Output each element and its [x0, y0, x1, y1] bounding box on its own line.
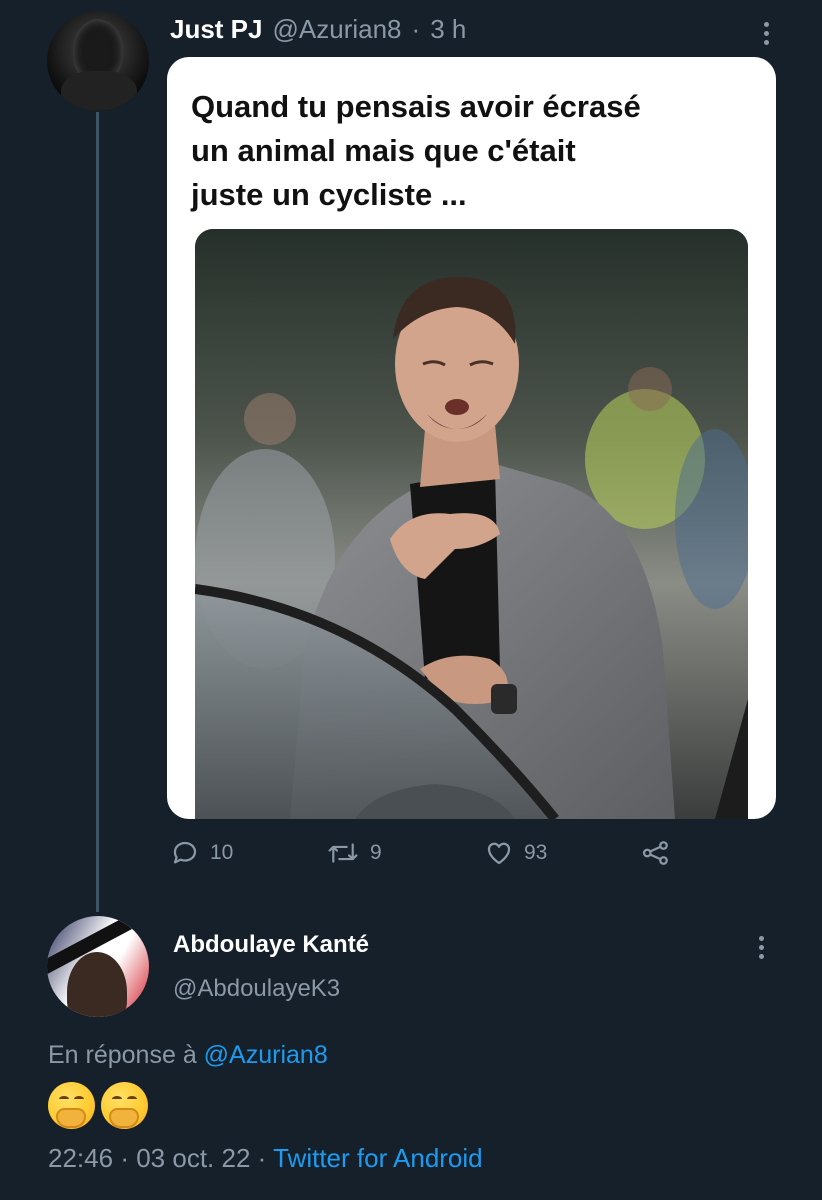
- like-count: 93: [524, 841, 548, 864]
- meme-caption: Quand tu pensais avoir écrasé un animal …: [191, 89, 641, 212]
- header-separator: ·: [411, 14, 421, 44]
- share-button[interactable]: [640, 838, 672, 868]
- like-icon: [487, 842, 511, 865]
- avatar-face: [67, 952, 127, 1017]
- emoji-hand-over-mouth-icon: [48, 1082, 95, 1129]
- reply-timestamp: 22:46: [48, 1143, 114, 1173]
- reply-author-name[interactable]: Abdoulaye Kanté: [173, 931, 369, 959]
- avatar-body-figure: [61, 71, 137, 111]
- reply-context: En réponse à @Azurian8: [48, 1041, 328, 1070]
- tweet-actions: 10 9 93: [170, 838, 710, 878]
- like-button[interactable]: 93: [484, 838, 547, 868]
- meme-photo-illustration: [195, 229, 748, 819]
- thread-connector-line: [96, 112, 99, 912]
- retweet-button[interactable]: 9: [326, 838, 382, 868]
- meta-separator: ·: [257, 1143, 267, 1173]
- retweet-icon: [328, 843, 358, 863]
- author-name[interactable]: Just PJ: [170, 14, 263, 45]
- author-handle[interactable]: @Azurian8: [273, 14, 402, 45]
- reply-source-link[interactable]: Twitter for Android: [273, 1143, 483, 1173]
- reply-button[interactable]: 10: [170, 838, 233, 868]
- emoji-hand-over-mouth-icon: [101, 1082, 148, 1129]
- author-avatar[interactable]: [47, 11, 149, 111]
- kebab-icon[interactable]: [757, 936, 765, 959]
- reply-icon: [173, 841, 197, 864]
- reply-content: [48, 1082, 148, 1129]
- reply-metadata: 22:46 · 03 oct. 22 · Twitter for Android: [48, 1143, 483, 1174]
- tweet-media-card[interactable]: Quand tu pensais avoir écrasé un animal …: [167, 57, 776, 819]
- tweet-time[interactable]: 3 h: [430, 14, 466, 45]
- reply-count: 10: [210, 841, 234, 864]
- reply-author-handle[interactable]: @AbdoulayeK3: [173, 975, 340, 1003]
- reply-prefix: En réponse à: [48, 1041, 197, 1069]
- kebab-icon[interactable]: [762, 22, 770, 45]
- share-icon: [642, 841, 668, 865]
- meme-photo: [195, 229, 748, 819]
- meta-separator: ·: [120, 1143, 129, 1173]
- retweet-count: 9: [370, 841, 382, 864]
- reply-author-avatar[interactable]: [47, 916, 149, 1017]
- reply-date: 03 oct. 22: [136, 1143, 251, 1173]
- tweet-header: Just PJ @Azurian8 · 3 h: [170, 14, 466, 45]
- reply-mention-link[interactable]: @Azurian8: [204, 1041, 328, 1069]
